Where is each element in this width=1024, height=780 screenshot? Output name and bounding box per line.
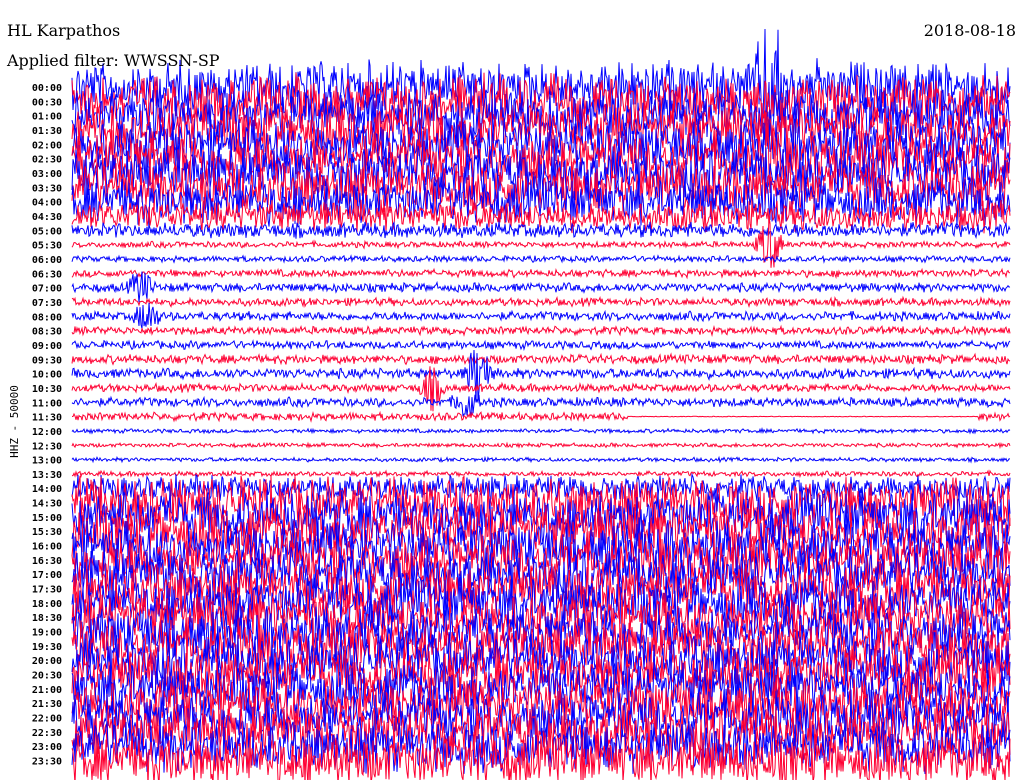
row-time-label: 22:00 xyxy=(32,714,62,725)
y-axis-label: HHZ - 50000 xyxy=(7,385,21,458)
row-time-label: 09:30 xyxy=(32,355,62,366)
trace-1000 xyxy=(71,349,1011,403)
row-time-label: 20:00 xyxy=(32,656,62,667)
row-time-label: 15:30 xyxy=(32,527,62,538)
row-time-label: 03:30 xyxy=(32,183,62,194)
row-time-label: 16:00 xyxy=(32,542,62,553)
row-time-label: 07:00 xyxy=(32,284,62,295)
row-time-label: 05:00 xyxy=(32,226,62,237)
row-time-label: 18:30 xyxy=(32,613,62,624)
row-time-label: 06:00 xyxy=(32,255,62,266)
trace-0700 xyxy=(71,271,1011,303)
row-time-label: 06:30 xyxy=(32,269,62,280)
trace-0830 xyxy=(71,324,1011,337)
row-time-label: 07:30 xyxy=(32,298,62,309)
row-time-label: 16:30 xyxy=(32,556,62,567)
trace-0800 xyxy=(71,302,1011,329)
row-time-label: 23:00 xyxy=(32,742,62,753)
row-time-label: 13:30 xyxy=(32,470,62,481)
helicorder-plot: 00:00 00:30 01:00 01:30 02:00 02:30 03:00 03:30… xyxy=(32,28,1011,780)
row-time-label: 01:30 xyxy=(32,126,62,137)
trace-1130 xyxy=(72,410,1011,423)
row-time-label: 08:00 xyxy=(32,312,62,323)
row-time-label: 19:00 xyxy=(32,628,62,639)
row-time-label: 22:30 xyxy=(32,728,62,739)
row-time-label: 14:00 xyxy=(32,484,62,495)
row-time-label: 18:00 xyxy=(32,599,62,610)
trace-0900 xyxy=(71,339,1011,352)
trace-1230 xyxy=(71,441,1011,450)
row-time-label: 04:00 xyxy=(32,198,62,209)
row-time-label: 14:30 xyxy=(32,499,62,510)
row-time-label: 12:00 xyxy=(32,427,62,438)
row-time-label: 08:30 xyxy=(32,327,62,338)
trace-1330 xyxy=(71,469,1011,479)
row-time-label: 03:00 xyxy=(32,169,62,180)
row-time-label: 21:30 xyxy=(32,699,62,710)
row-time-label: 19:30 xyxy=(32,642,62,653)
row-time-label: 21:00 xyxy=(32,685,62,696)
row-time-label: 11:30 xyxy=(32,413,62,424)
row-time-label: 11:00 xyxy=(32,398,62,409)
trace-0930 xyxy=(71,352,1011,366)
row-time-label: 00:00 xyxy=(32,83,62,94)
row-time-label: 17:00 xyxy=(32,570,62,581)
trace-1300 xyxy=(71,455,1010,464)
filter-label: Applied filter: WWSSN-SP xyxy=(7,51,220,70)
row-time-label: 12:30 xyxy=(32,441,62,452)
row-time-label: 02:30 xyxy=(32,155,62,166)
trace-0600 xyxy=(71,254,1011,264)
trace-1100 xyxy=(71,394,1011,417)
row-time-label: 05:30 xyxy=(32,241,62,252)
trace-0630 xyxy=(71,267,1011,280)
row-time-label: 13:00 xyxy=(32,456,62,467)
row-time-label: 02:00 xyxy=(32,140,62,151)
row-time-label: 09:00 xyxy=(32,341,62,352)
row-time-label: 15:00 xyxy=(32,513,62,524)
row-time-label: 01:00 xyxy=(32,112,62,123)
row-time-label: 10:30 xyxy=(32,384,62,395)
row-time-label: 10:00 xyxy=(32,370,62,381)
row-time-label: 23:30 xyxy=(32,757,62,768)
trace-0730 xyxy=(71,295,1011,308)
row-time-label: 17:30 xyxy=(32,585,62,596)
trace-1200 xyxy=(71,426,1011,435)
row-time-label: 00:30 xyxy=(32,97,62,108)
row-time-label: 04:30 xyxy=(32,212,62,223)
row-time-label: 20:30 xyxy=(32,671,62,682)
